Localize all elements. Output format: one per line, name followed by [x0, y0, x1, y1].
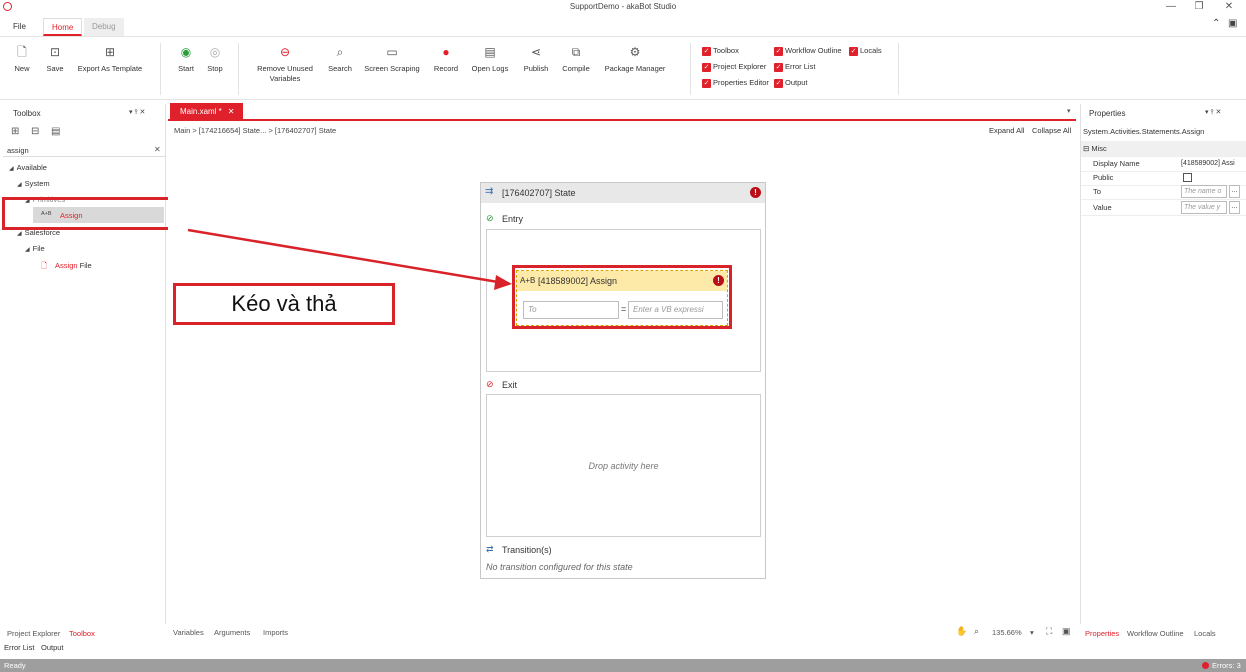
property-row-value: Value The value y... [1081, 200, 1246, 216]
tab-toolbox[interactable]: Toolbox [69, 629, 95, 638]
drag-arrow [187, 228, 512, 290]
tab-workflow-outline[interactable]: Workflow Outline [1127, 629, 1184, 638]
properties-section-misc[interactable]: ⊟ Misc [1081, 141, 1246, 157]
arrow-head [494, 275, 512, 290]
overview-icon[interactable]: ▣ [1062, 626, 1071, 637]
annotation-box: Kéo và thả [173, 283, 395, 325]
tab-variables[interactable]: Variables [173, 628, 204, 637]
properties-type: System.Activities.Statements.Assign [1083, 127, 1205, 136]
tab-locals[interactable]: Locals [1194, 629, 1216, 638]
tab-arguments[interactable]: Arguments [214, 628, 250, 637]
status-ready: Ready [4, 661, 26, 670]
status-bar: Ready Errors: 3 [0, 659, 1246, 672]
fit-screen-icon[interactable]: ⛶ [1046, 626, 1052, 637]
annotation-text: Kéo và thả [231, 291, 337, 316]
zoom-icon[interactable]: ⌕ [974, 626, 979, 637]
error-status-icon [1202, 662, 1209, 669]
property-row-to: To The name o... [1081, 184, 1246, 200]
properties-title: Properties [1089, 109, 1126, 118]
pan-icon[interactable]: ✋ [956, 626, 967, 637]
tab-properties[interactable]: Properties [1085, 629, 1119, 638]
zoom-level[interactable]: 135.66% [992, 628, 1022, 637]
value-ellipsis-button[interactable]: ... [1229, 201, 1240, 214]
zoom-dropdown-icon[interactable]: ▾ [1030, 628, 1034, 637]
to-property-input[interactable]: The name o [1181, 185, 1227, 198]
public-checkbox[interactable] [1183, 173, 1192, 182]
tab-imports[interactable]: Imports [263, 628, 288, 637]
to-ellipsis-button[interactable]: ... [1229, 185, 1240, 198]
properties-panel: Properties ▾ ⫯ ✕ System.Activities.State… [1080, 104, 1246, 624]
panel-options-icon[interactable]: ▾ ⫯ ✕ [1205, 108, 1221, 117]
tab-project-explorer[interactable]: Project Explorer [7, 629, 60, 638]
value-property-input[interactable]: The value y [1181, 201, 1227, 214]
arrow-line [187, 228, 499, 284]
tab-output[interactable]: Output [41, 643, 64, 652]
collapse-section-icon: ⊟ [1083, 144, 1090, 153]
status-errors[interactable]: Errors: 3 [1212, 659, 1241, 672]
tab-error-list[interactable]: Error List [4, 643, 34, 652]
